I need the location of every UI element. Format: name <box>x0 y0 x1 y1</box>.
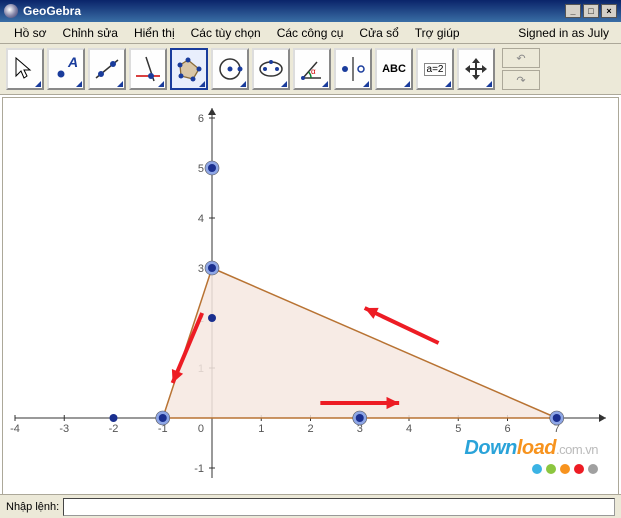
line-icon <box>92 54 122 84</box>
perpendicular-icon <box>133 54 163 84</box>
tool-angle[interactable]: α <box>293 48 331 90</box>
svg-text:-3: -3 <box>59 423 69 435</box>
graphics-view[interactable]: -4-3-2-11234567-11234560 Download.com.vn <box>2 97 619 497</box>
ellipse-icon <box>256 54 286 84</box>
tool-text[interactable]: ABC <box>375 48 413 90</box>
move-view-icon <box>461 54 491 84</box>
toolbar: A α ABC a=2 ↶ ↷ <box>0 44 621 95</box>
point-icon: A <box>51 54 81 84</box>
reflect-icon <box>338 54 368 84</box>
svg-text:5: 5 <box>455 423 461 435</box>
cursor-icon <box>10 54 40 84</box>
svg-text:6: 6 <box>198 113 204 125</box>
redo-button[interactable]: ↷ <box>502 70 540 90</box>
menu-tools[interactable]: Các công cụ <box>269 24 352 42</box>
svg-text:-2: -2 <box>109 423 119 435</box>
window-buttons: _ □ × <box>565 4 617 18</box>
svg-text:4: 4 <box>198 213 204 225</box>
input-label: Nhập lệnh: <box>6 501 59 513</box>
tool-point[interactable]: A <box>47 48 85 90</box>
redo-icon: ↷ <box>516 74 525 87</box>
undo-icon: ↶ <box>516 52 525 65</box>
menubar: Hồ sơ Chỉnh sửa Hiển thị Các tùy chọn Cá… <box>0 22 621 44</box>
app-icon <box>4 4 18 18</box>
maximize-button[interactable]: □ <box>583 4 599 18</box>
tool-ellipse[interactable] <box>252 48 290 90</box>
menu-options[interactable]: Các tùy chọn <box>183 24 269 42</box>
tool-polygon[interactable] <box>170 48 208 90</box>
tool-move[interactable] <box>6 48 44 90</box>
svg-text:α: α <box>311 67 316 76</box>
watermark-dots <box>532 464 598 474</box>
svg-text:4: 4 <box>406 423 412 435</box>
menu-file[interactable]: Hồ sơ <box>6 24 55 42</box>
svg-text:2: 2 <box>307 423 313 435</box>
close-button[interactable]: × <box>601 4 617 18</box>
tool-perpendicular[interactable] <box>129 48 167 90</box>
input-bar: Nhập lệnh: <box>0 494 621 518</box>
minimize-button[interactable]: _ <box>565 4 581 18</box>
signin-status[interactable]: Signed in as July <box>512 24 615 42</box>
svg-text:6: 6 <box>504 423 510 435</box>
tool-move-view[interactable] <box>457 48 495 90</box>
text-icon: ABC <box>382 63 406 75</box>
svg-text:3: 3 <box>198 263 204 275</box>
command-input[interactable] <box>63 498 615 516</box>
svg-text:1: 1 <box>258 423 264 435</box>
svg-text:A: A <box>67 54 78 70</box>
circle-icon <box>215 54 245 84</box>
svg-text:0: 0 <box>198 423 204 435</box>
tool-reflect[interactable] <box>334 48 372 90</box>
menu-help[interactable]: Trợ giúp <box>407 24 468 42</box>
window-title: GeoGebra <box>23 4 565 18</box>
tool-circle[interactable] <box>211 48 249 90</box>
angle-icon: α <box>297 54 327 84</box>
menu-edit[interactable]: Chỉnh sửa <box>55 24 126 42</box>
undo-button[interactable]: ↶ <box>502 48 540 68</box>
menu-view[interactable]: Hiển thị <box>126 24 183 42</box>
svg-text:-1: -1 <box>194 463 204 475</box>
tool-line[interactable] <box>88 48 126 90</box>
menu-window[interactable]: Cửa sổ <box>351 24 406 42</box>
slider-icon: a=2 <box>424 63 447 76</box>
svg-text:-4: -4 <box>10 423 20 435</box>
tool-slider[interactable]: a=2 <box>416 48 454 90</box>
watermark: Download.com.vn <box>464 437 598 460</box>
polygon-icon <box>174 54 204 84</box>
window-titlebar: GeoGebra _ □ × <box>0 0 621 22</box>
svg-text:5: 5 <box>198 163 204 175</box>
